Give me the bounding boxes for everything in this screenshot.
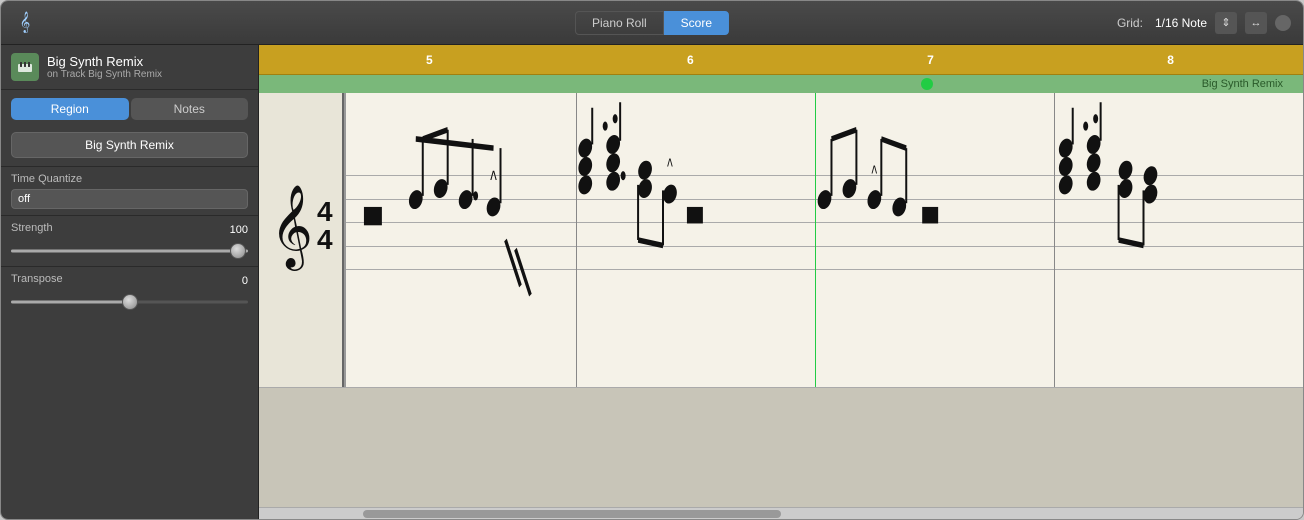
- record-btn[interactable]: [1275, 15, 1291, 31]
- track-subtitle: on Track Big Synth Remix: [47, 69, 162, 80]
- strength-slider-thumb[interactable]: [230, 243, 246, 259]
- transpose-value: 0: [242, 275, 248, 287]
- strength-value: 100: [230, 224, 248, 236]
- piano-roll-tab[interactable]: Piano Roll: [575, 11, 664, 35]
- transpose-slider-thumb[interactable]: [122, 294, 138, 310]
- strength-slider-fill: [11, 250, 248, 253]
- beat-5: 5: [426, 53, 433, 67]
- time-signature: 4 4: [317, 198, 333, 254]
- score-content: 5 6 7 8 Big Synth Remix 𝄞: [259, 45, 1303, 519]
- timeline-bar: 5 6 7 8: [259, 45, 1303, 75]
- transpose-section: Transpose 0: [1, 266, 258, 317]
- notes-tab[interactable]: Notes: [131, 98, 249, 120]
- clef-area: 𝄞 4 4: [259, 93, 346, 387]
- scrollbar-area[interactable]: [259, 507, 1303, 519]
- strength-slider-container[interactable]: [11, 242, 248, 260]
- track-icon: [11, 53, 39, 81]
- scrollbar-thumb[interactable]: [363, 510, 781, 518]
- treble-clef-icon: 𝄞: [270, 190, 313, 262]
- track-name: Big Synth Remix: [47, 54, 162, 69]
- playhead-marker: [921, 78, 933, 90]
- svg-text:^: ^: [872, 161, 878, 186]
- bottom-area: [259, 387, 1303, 507]
- time-quantize-section: Time Quantize off: [1, 166, 258, 215]
- timeline-container: 5 6 7 8 Big Synth Remix: [259, 45, 1303, 93]
- grid-up-down-btn[interactable]: ⇕: [1215, 12, 1237, 34]
- toolbar: 𝄞 Piano Roll Score Grid: 1/16 Note ⇕ ↔: [1, 1, 1303, 45]
- region-tab[interactable]: Region: [11, 98, 129, 120]
- grid-label: Grid:: [1117, 16, 1143, 30]
- transpose-slider-container[interactable]: [11, 293, 248, 311]
- grid-value: 1/16 Note: [1155, 16, 1207, 30]
- toolbar-left: 𝄞: [13, 11, 37, 35]
- beat-7: 7: [927, 53, 934, 67]
- sidebar-tab-row: Region Notes: [11, 98, 248, 120]
- notation-area: 𝄞 4 4: [259, 93, 1303, 519]
- time-quantize-select[interactable]: off: [11, 189, 248, 209]
- music-notation-svg: ^: [346, 93, 1303, 387]
- strength-slider-track: [11, 250, 248, 253]
- region-name-box[interactable]: Big Synth Remix: [11, 132, 248, 158]
- strength-label: Strength: [11, 222, 53, 234]
- expand-btn[interactable]: ↔: [1245, 12, 1267, 34]
- score-tab[interactable]: Score: [664, 11, 729, 35]
- sidebar-header: Big Synth Remix on Track Big Synth Remix: [1, 45, 258, 90]
- main-content: Big Synth Remix on Track Big Synth Remix…: [1, 45, 1303, 519]
- svg-text:^: ^: [667, 154, 673, 179]
- beat-6: 6: [687, 53, 694, 67]
- toolbar-right: Grid: 1/16 Note ⇕ ↔: [1117, 12, 1291, 34]
- notation-row: 𝄞 4 4: [259, 93, 1303, 387]
- metronome-icon: 𝄞: [13, 11, 37, 35]
- time-quantize-label: Time Quantize: [11, 173, 248, 185]
- app-window: 𝄞 Piano Roll Score Grid: 1/16 Note ⇕ ↔: [0, 0, 1304, 520]
- timeline-green-bar: Big Synth Remix: [259, 75, 1303, 93]
- region-label-timeline: Big Synth Remix: [1202, 78, 1283, 90]
- transpose-slider-fill: [11, 301, 130, 304]
- track-info: Big Synth Remix on Track Big Synth Remix: [47, 54, 162, 80]
- sidebar: Big Synth Remix on Track Big Synth Remix…: [1, 45, 259, 519]
- beat-8: 8: [1167, 53, 1174, 67]
- strength-section: Strength 100: [1, 215, 258, 266]
- svg-text:^: ^: [490, 166, 497, 195]
- transpose-label: Transpose: [11, 273, 63, 285]
- notes-area[interactable]: ^: [346, 93, 1303, 387]
